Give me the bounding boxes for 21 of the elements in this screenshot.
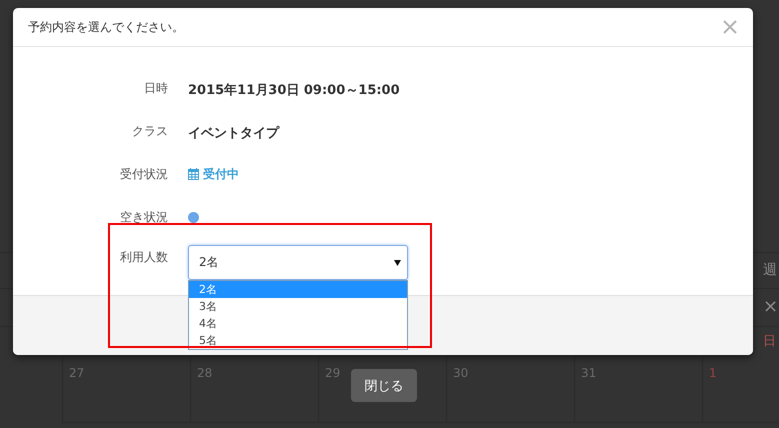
- calendar-icon: [188, 168, 199, 180]
- close-button[interactable]: 閉じる: [351, 369, 417, 402]
- field-label: 利用人数: [119, 249, 168, 266]
- field-label: 日時: [143, 80, 168, 97]
- status-value: 受付中: [203, 166, 239, 182]
- dropdown-option[interactable]: 5名: [189, 332, 407, 349]
- people-select[interactable]: 2名: [188, 245, 408, 280]
- field-value: 2015年11月30日 09:00～15:00: [188, 82, 400, 98]
- week-label: 週: [763, 261, 777, 280]
- dropdown-option[interactable]: 3名: [189, 298, 407, 315]
- close-icon[interactable]: [723, 20, 737, 34]
- dialog-title: 予約内容を選んでください。: [28, 18, 184, 36]
- dropdown-option[interactable]: 4名: [189, 315, 407, 332]
- field-label: 受付状況: [119, 166, 168, 183]
- close-mark: ×: [763, 295, 778, 319]
- caret-icon: [394, 260, 401, 266]
- day-label: 日: [763, 333, 776, 351]
- field-label: クラス: [131, 123, 168, 140]
- field-label: 空き状況: [119, 209, 168, 226]
- field-value: イベントタイプ: [188, 126, 279, 140]
- day-number: 1: [709, 366, 717, 380]
